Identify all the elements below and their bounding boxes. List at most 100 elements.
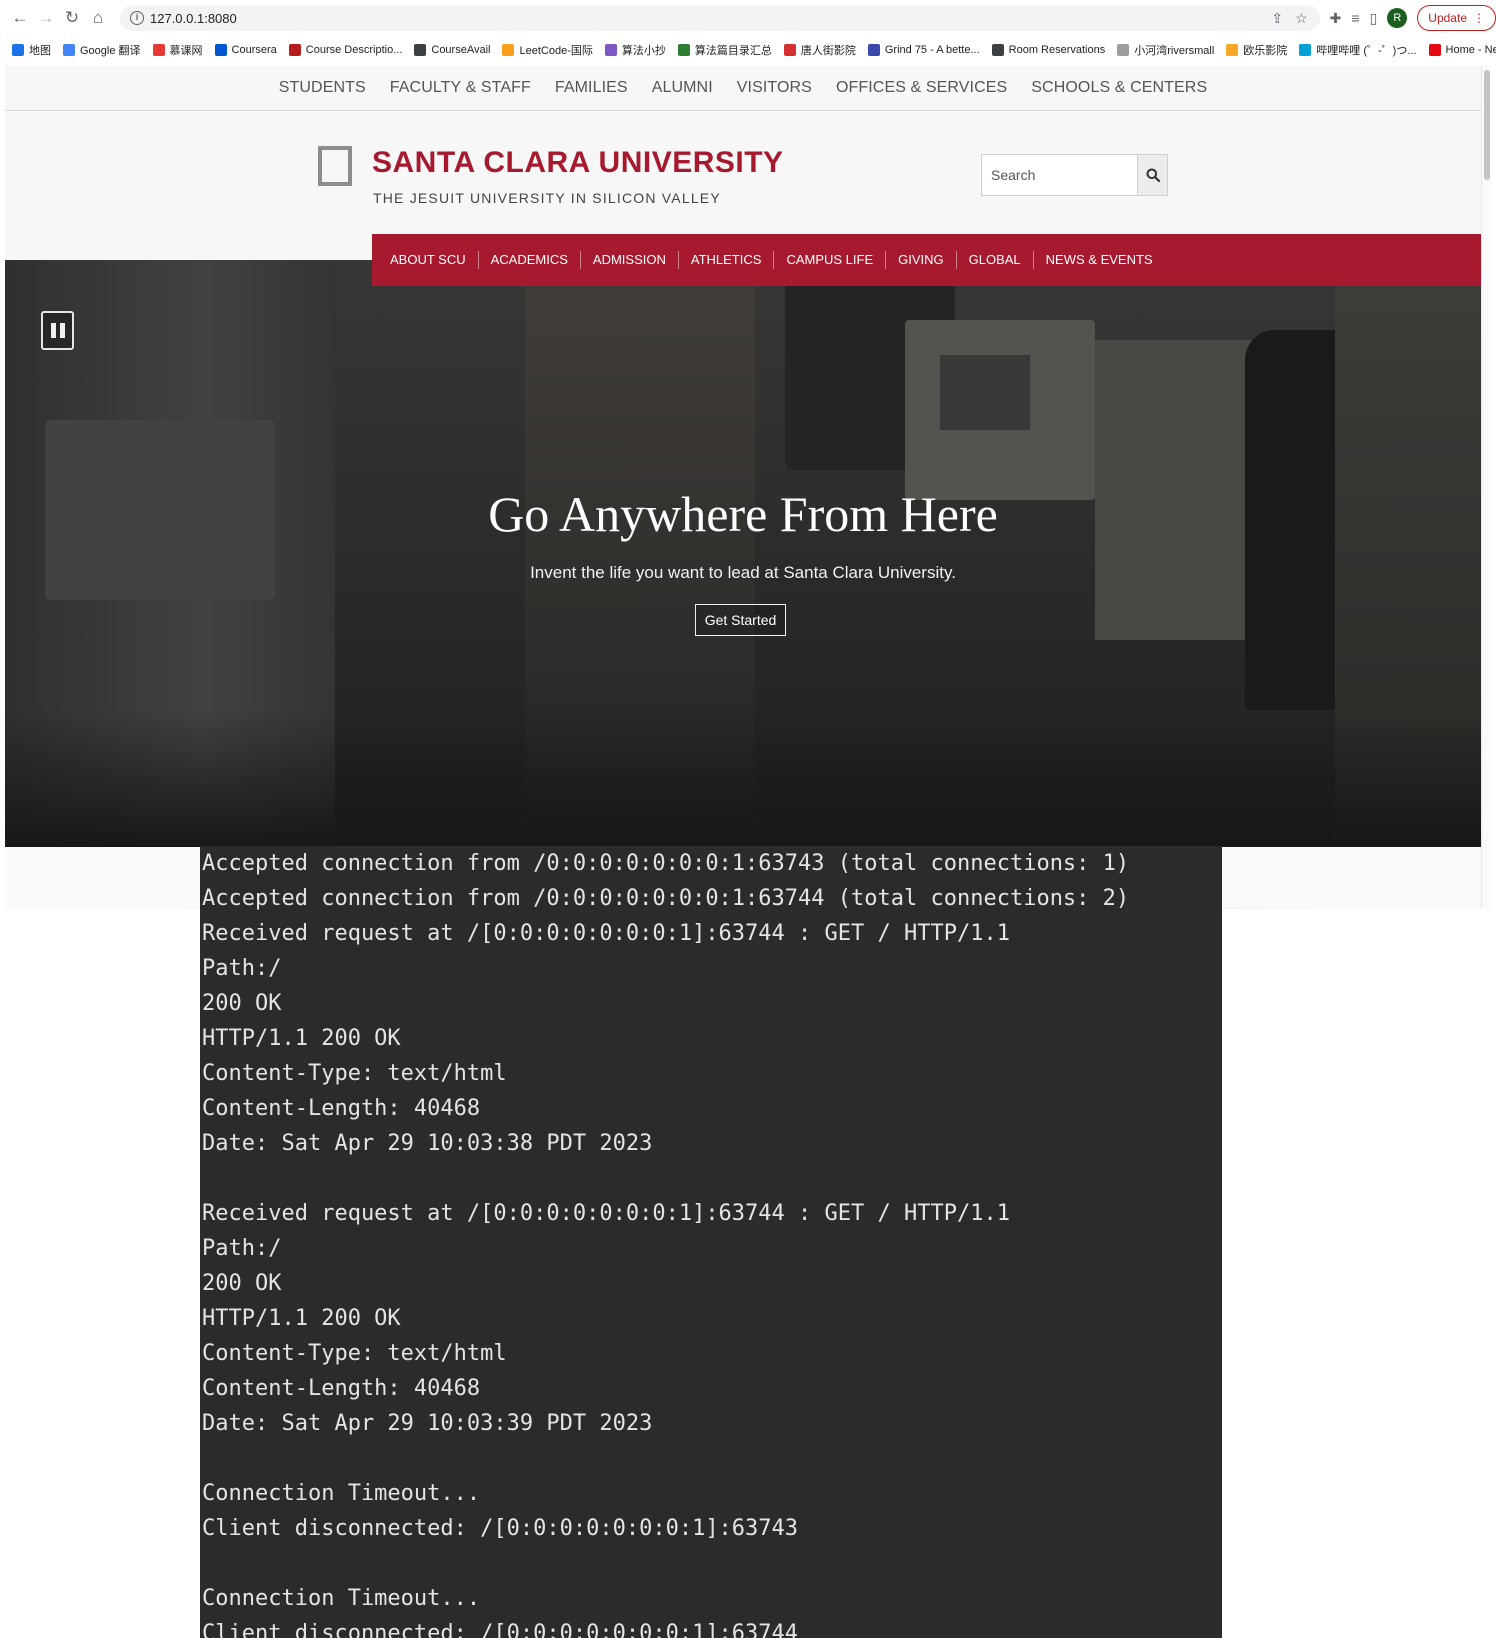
bookmark-item[interactable]: Room Reservations — [991, 44, 1106, 56]
audience-nav-item[interactable]: OFFICES & SERVICES — [836, 79, 1007, 97]
nav-buttons: ← → ↻ ⌂ — [8, 6, 110, 30]
address-bar-actions: ⇪ ☆ — [1271, 10, 1319, 27]
main-nav-item[interactable]: ABOUT SCU — [378, 251, 479, 269]
bookmark-item[interactable]: 哔哩哔哩 (゜-゜)つ... — [1299, 42, 1417, 58]
pause-icon — [50, 323, 56, 338]
bookmark-label: Google 翻译 — [80, 45, 141, 57]
site-info-icon[interactable]: i — [130, 11, 144, 25]
bookmark-label: 哔哩哔哩 (゜-゜)つ... — [1316, 45, 1417, 57]
address-bar[interactable]: i 127.0.0.1:8080 ⇪ ☆ — [120, 5, 1320, 31]
scu-logo-mark[interactable] — [318, 146, 352, 186]
reading-list-icon[interactable]: ≡ — [1351, 10, 1359, 26]
more-vert-icon: ⋮ — [1473, 11, 1485, 25]
main-nav-item[interactable]: CAMPUS LIFE — [774, 251, 887, 269]
bookmark-favicon-icon — [1226, 44, 1239, 56]
terminal-line: Content-Length: 40468 — [202, 1376, 481, 1401]
bookmark-item[interactable]: Google 翻译 — [63, 42, 141, 58]
audience-nav-item[interactable]: STUDENTS — [279, 79, 366, 97]
main-nav-item[interactable]: ACADEMICS — [479, 251, 581, 269]
hero-title: Go Anywhere From Here — [488, 486, 998, 542]
home-icon[interactable]: ⌂ — [86, 6, 110, 30]
audience-nav-item[interactable]: VISITORS — [737, 79, 812, 97]
bookmark-label: Course Descriptio... — [305, 44, 403, 56]
update-label: Update — [1428, 11, 1467, 25]
scrollbar-thumb[interactable] — [1484, 70, 1490, 180]
bookmark-favicon-icon — [991, 44, 1004, 56]
terminal-line: Client disconnected: /[0:0:0:0:0:0:0:1]:… — [202, 1621, 799, 1638]
bookmark-label: Room Reservations — [1008, 44, 1106, 56]
bookmark-favicon-icon — [152, 44, 165, 56]
bookmark-item[interactable]: 欧乐影院 — [1226, 42, 1287, 58]
address-url[interactable]: 127.0.0.1:8080 — [150, 11, 237, 26]
bookmark-favicon-icon — [1428, 44, 1441, 56]
bookmark-label: Coursera — [231, 44, 277, 56]
terminal-line: Content-Length: 40468 — [202, 1096, 481, 1121]
terminal-line: Content-Type: text/html — [202, 1061, 507, 1086]
terminal-line: 200 OK — [202, 1271, 282, 1296]
main-nav: ABOUT SCU ACADEMICS ADMISSION ATHLETICS CAMP… — [372, 234, 1481, 286]
terminal-line: HTTP/1.1 200 OK — [202, 1306, 401, 1331]
forward-icon[interactable]: → — [34, 6, 58, 30]
extensions-icon[interactable]: ✚ — [1330, 10, 1342, 27]
bookmark-label: CourseAvail — [431, 44, 491, 56]
terminal-line: Connection Timeout... — [202, 1481, 481, 1506]
main-nav-item[interactable]: GIVING — [886, 251, 957, 269]
bookmark-label: LeetCode-国际 — [519, 45, 593, 57]
bookmark-item[interactable]: 地图 — [12, 42, 51, 58]
bookmark-label: Grind 75 - A bette... — [884, 44, 980, 56]
side-panel-icon[interactable]: ▯ — [1370, 10, 1378, 27]
terminal-line: Connection Timeout... — [202, 1586, 481, 1611]
profile-avatar[interactable]: R — [1387, 8, 1408, 28]
terminal-line: Content-Type: text/html — [202, 1341, 507, 1366]
terminal-window: Accepted connection from /0:0:0:0:0:0:0:… — [200, 846, 1222, 1638]
logo-title[interactable]: SANTA CLARA UNIVERSITY — [372, 146, 784, 180]
bookmark-favicon-icon — [677, 44, 690, 56]
share-icon[interactable]: ⇪ — [1271, 10, 1283, 27]
bookmark-favicon-icon — [1117, 44, 1130, 56]
audience-nav-item[interactable]: ALUMNI — [652, 79, 713, 97]
terminal-line: HTTP/1.1 200 OK — [202, 1026, 401, 1051]
bookmark-item[interactable]: 算法篇目录汇总 — [677, 42, 772, 58]
bookmark-item[interactable]: Grind 75 - A bette... — [867, 44, 980, 56]
audience-nav: STUDENTS FACULTY & STAFF FAMILIES ALUMNI VIS… — [5, 66, 1481, 111]
bookmark-label: 小河湾riversmall — [1134, 45, 1215, 57]
bookmark-item[interactable]: 小河湾riversmall — [1117, 42, 1214, 58]
search-icon — [1146, 168, 1160, 182]
bookmark-item[interactable]: 唐人街影院 — [783, 42, 856, 58]
pause-video-button[interactable] — [41, 311, 74, 350]
back-icon[interactable]: ← — [8, 6, 32, 30]
terminal-line: Date: Sat Apr 29 10:03:39 PDT 2023 — [202, 1411, 653, 1436]
bookmark-item[interactable]: Course Descriptio... — [288, 44, 403, 56]
logo-subtitle: THE JESUIT UNIVERSITY IN SILICON VALLEY — [373, 190, 721, 206]
get-started-button[interactable]: Get Started — [695, 604, 786, 636]
search-button[interactable] — [1137, 155, 1167, 195]
hero-banner: Go Anywhere From Here Invent the life yo… — [5, 260, 1481, 847]
update-button[interactable]: Update ⋮ — [1417, 5, 1496, 31]
page-scrollbar[interactable] — [1481, 66, 1491, 909]
audience-nav-item[interactable]: SCHOOLS & CENTERS — [1031, 79, 1207, 97]
main-nav-item[interactable]: GLOBAL — [957, 251, 1034, 269]
bookmark-item[interactable]: Coursera — [214, 44, 277, 56]
bookmark-label: 唐人街影院 — [800, 45, 856, 57]
bookmark-item[interactable]: 算法小抄 — [604, 42, 666, 58]
page-viewport: STUDENTS FACULTY & STAFF FAMILIES ALUMNI VIS… — [5, 66, 1491, 909]
bookmark-favicon-icon — [604, 44, 617, 56]
audience-nav-item[interactable]: FACULTY & STAFF — [390, 79, 531, 97]
bookmark-item[interactable]: LeetCode-国际 — [502, 42, 593, 58]
bookmark-label: 算法小抄 — [621, 45, 666, 57]
main-nav-item[interactable]: ATHLETICS — [679, 251, 775, 269]
bookmark-item[interactable]: Home - Netflix — [1428, 44, 1496, 56]
bookmark-label: 欧乐影院 — [1243, 45, 1288, 57]
site-search — [981, 154, 1168, 196]
bookmark-item[interactable]: 慕课网 — [152, 42, 203, 58]
audience-nav-item[interactable]: FAMILIES — [555, 79, 628, 97]
bookmark-item[interactable]: CourseAvail — [414, 44, 490, 56]
search-input[interactable] — [982, 155, 1137, 195]
reload-icon[interactable]: ↻ — [60, 6, 84, 30]
main-nav-item[interactable]: ADMISSION — [581, 251, 679, 269]
main-nav-item[interactable]: NEWS & EVENTS — [1034, 251, 1165, 269]
bookmark-star-icon[interactable]: ☆ — [1295, 10, 1308, 27]
